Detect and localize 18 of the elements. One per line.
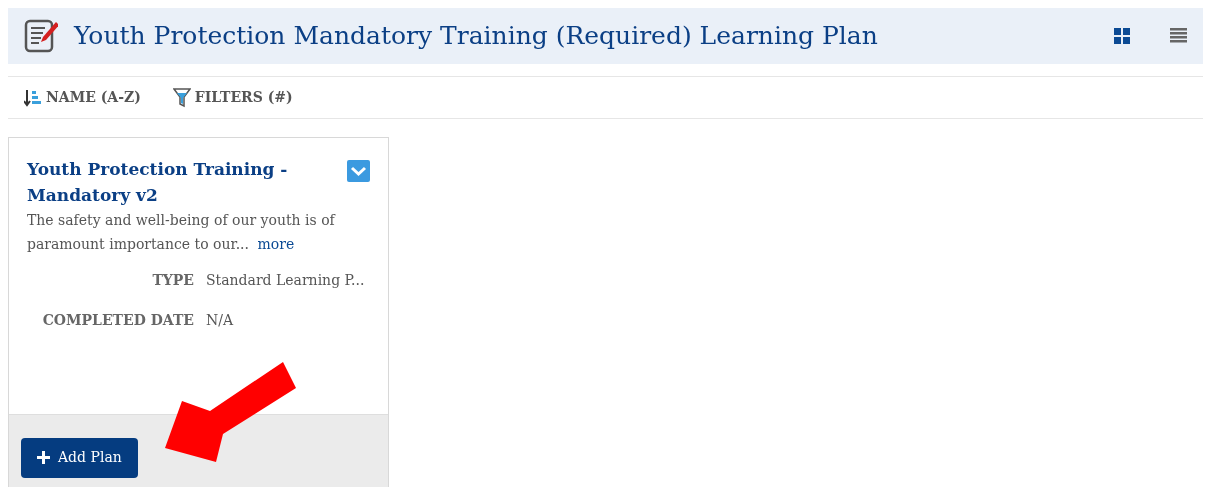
add-plan-button[interactable]: Add Plan [21, 437, 138, 478]
edit-document-icon [24, 18, 58, 54]
more-link[interactable]: more [257, 236, 295, 252]
list-view-icon[interactable] [1170, 28, 1187, 44]
page-title: Youth Protection Mandatory Training (Required) Learning Plan [74, 20, 878, 53]
plus-icon [37, 451, 50, 464]
filters-button[interactable]: FILTERS (#) [172, 87, 293, 108]
field-value: Standard Learning P... [206, 271, 365, 290]
field-label: TYPE [151, 271, 194, 290]
field-label: COMPLETED DATE [41, 311, 194, 330]
sort-button[interactable]: NAME (A-Z) [24, 87, 141, 108]
card-title[interactable]: Youth Protection Training - Mandatory v2 [27, 156, 307, 208]
sort-icon [24, 88, 42, 107]
filter-icon [172, 87, 191, 108]
field-value: N/A [206, 311, 234, 330]
chevron-down-icon[interactable] [347, 160, 370, 182]
card-description: The safety and well-being of our youth is of paramount importance to our... more [27, 211, 337, 254]
grid-view-icon[interactable] [1114, 28, 1130, 44]
